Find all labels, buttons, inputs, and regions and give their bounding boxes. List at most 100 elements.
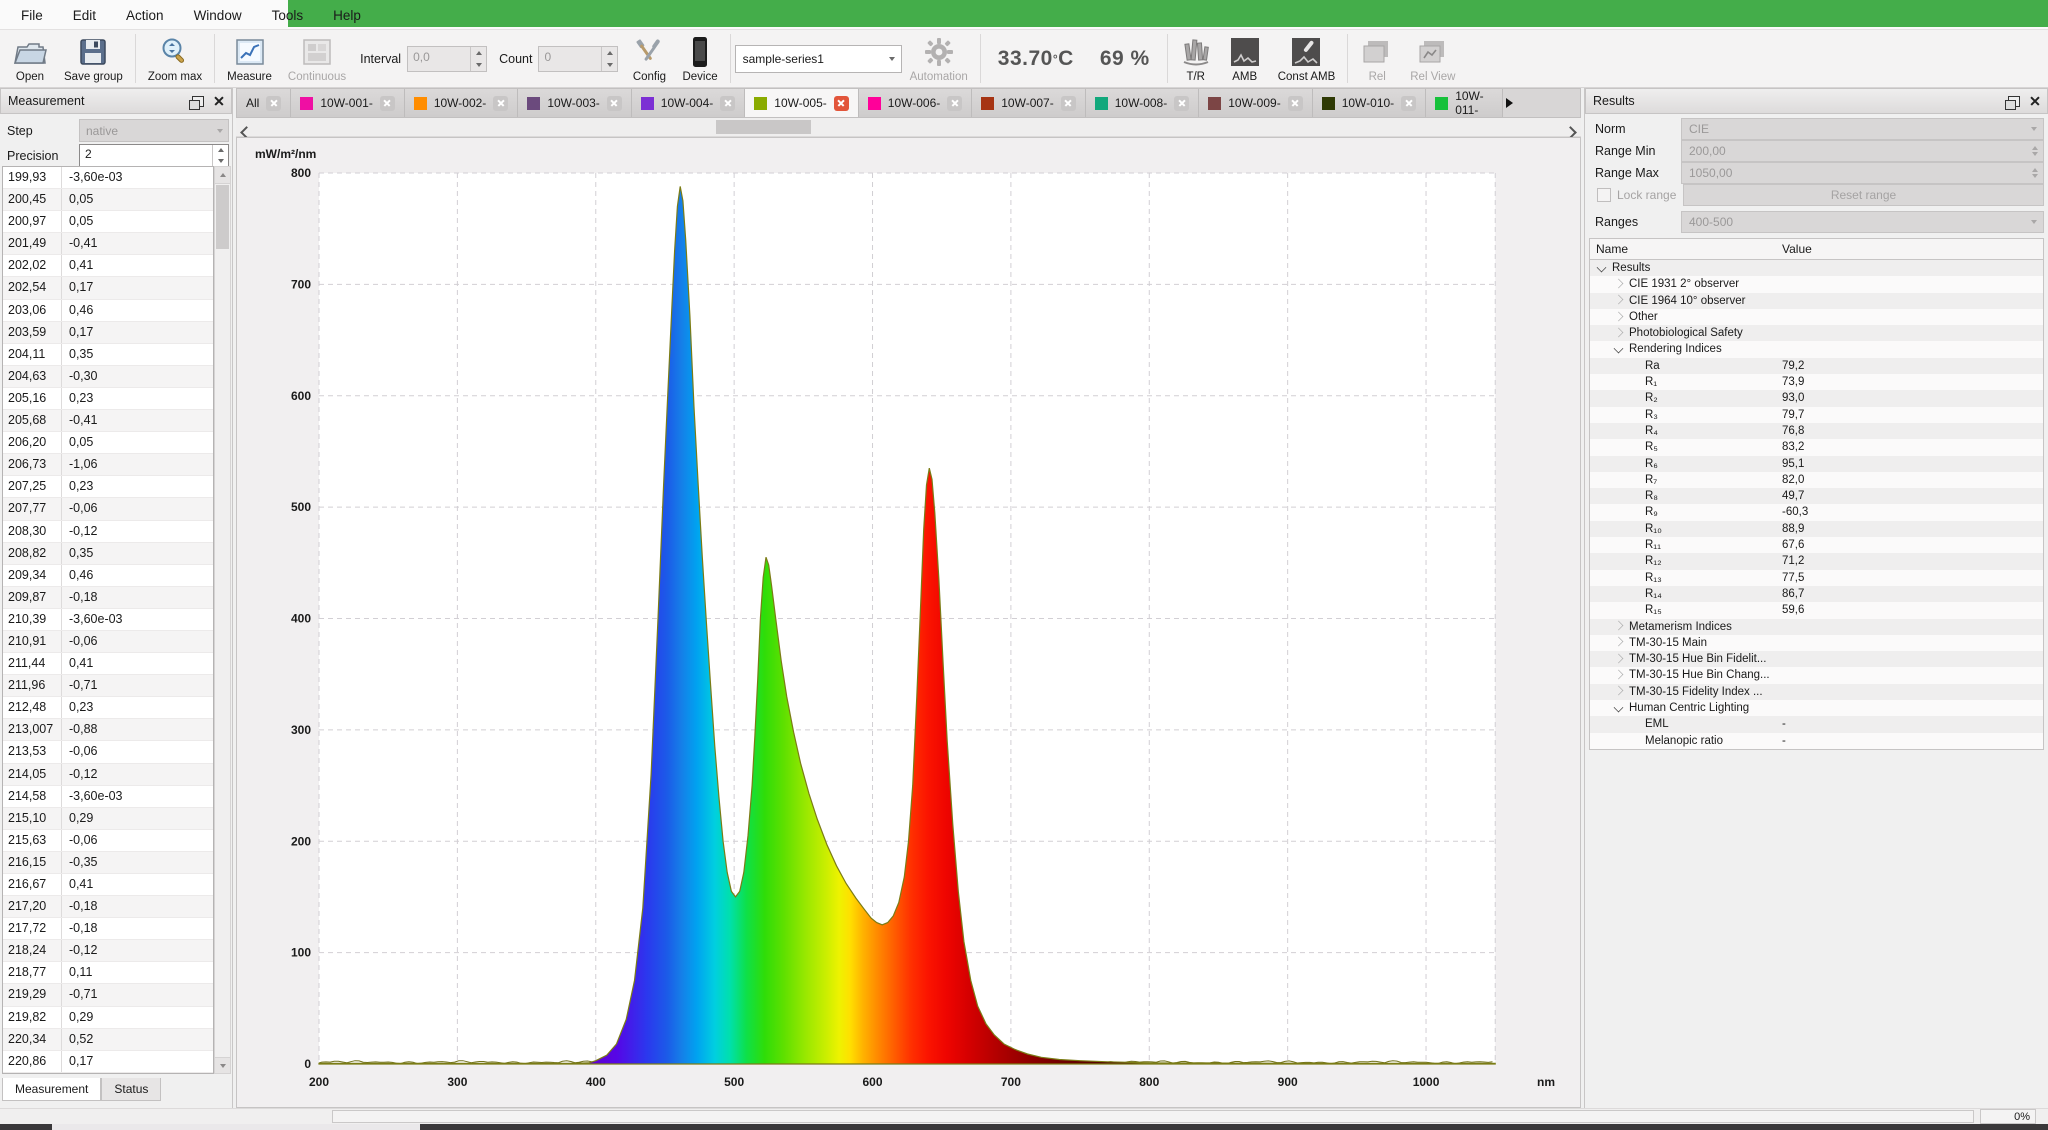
tree-row[interactable]: R₁₃77,5 (1590, 570, 2043, 586)
series-tab-10w005[interactable]: 10W-005- (745, 89, 858, 117)
table-row[interactable]: 209,87-0,18 (3, 587, 213, 609)
float-panel-icon[interactable] (192, 96, 204, 107)
tree-row[interactable]: Ra79,2 (1590, 358, 2043, 374)
tree-row[interactable]: CIE 1931 2° observer (1590, 276, 2043, 292)
spectrum-chart-plot[interactable]: 0100200300400500600700800200300400500600… (237, 138, 1580, 1107)
chevron-right-icon[interactable] (1614, 653, 1624, 663)
tree-row[interactable]: TM-30-15 Fidelity Index ... (1590, 684, 2043, 700)
tree-row[interactable]: R₁73,9 (1590, 374, 2043, 390)
table-row[interactable]: 218,24-0,12 (3, 940, 213, 962)
tree-row[interactable]: R₇82,0 (1590, 472, 2043, 488)
series-tab-all[interactable]: All (237, 89, 291, 117)
chevron-right-icon[interactable] (1614, 328, 1624, 338)
table-row[interactable]: 210,39-3,60e-03 (3, 609, 213, 631)
tree-row[interactable]: R₄76,8 (1590, 423, 2043, 439)
table-row[interactable]: 216,15-0,35 (3, 852, 213, 874)
tab-close-icon[interactable] (947, 96, 962, 111)
chevron-down-icon[interactable] (1614, 344, 1624, 354)
tree-row[interactable]: TM-30-15 Hue Bin Fidelit... (1590, 651, 2043, 667)
tree-row[interactable]: R₁₂71,2 (1590, 553, 2043, 569)
tab-close-icon[interactable] (720, 96, 735, 111)
open-button[interactable]: Open (4, 32, 56, 85)
tree-row[interactable]: TM-30-15 Hue Bin Chang... (1590, 667, 2043, 683)
table-row[interactable]: 208,820,35 (3, 543, 213, 565)
table-row[interactable]: 206,73-1,06 (3, 454, 213, 476)
tree-row[interactable]: R₅83,2 (1590, 439, 2043, 455)
tree-row[interactable]: R₁₄86,7 (1590, 586, 2043, 602)
tree-row[interactable]: Other (1590, 309, 2043, 325)
tab-close-icon[interactable] (1401, 96, 1416, 111)
scrollbar-thumb[interactable] (216, 185, 229, 249)
menu-item-file[interactable]: File (6, 8, 58, 23)
tab-close-icon[interactable] (493, 96, 508, 111)
table-row[interactable]: 208,30-0,12 (3, 521, 213, 543)
menu-item-help[interactable]: Help (318, 8, 376, 23)
series-tab-10w001[interactable]: 10W-001- (291, 89, 404, 117)
zoom-max-button[interactable]: Zoom max (140, 32, 210, 85)
save-group-button[interactable]: Save group (56, 32, 131, 85)
device-button[interactable]: Device (674, 32, 725, 85)
table-row[interactable]: 202,020,41 (3, 255, 213, 277)
tree-row[interactable]: R₁₀88,9 (1590, 521, 2043, 537)
table-row[interactable]: 207,250,23 (3, 476, 213, 498)
tree-row[interactable]: Photobiological Safety (1590, 325, 2043, 341)
series-tab-10w003[interactable]: 10W-003- (518, 89, 631, 117)
table-row[interactable]: 203,590,17 (3, 322, 213, 344)
menu-item-tools[interactable]: Tools (257, 8, 319, 23)
table-row[interactable]: 207,77-0,06 (3, 498, 213, 520)
scroll-up-icon[interactable] (215, 167, 230, 184)
table-row[interactable]: 214,05-0,12 (3, 764, 213, 786)
tab-overflow-indicator[interactable] (1503, 89, 1516, 117)
tab-close-icon[interactable] (1061, 96, 1076, 111)
amb-button[interactable]: AMB (1220, 32, 1270, 85)
menu-item-window[interactable]: Window (179, 8, 257, 23)
series-tab-10w009[interactable]: 10W-009- (1199, 89, 1312, 117)
chevron-right-icon[interactable] (1614, 311, 1624, 321)
measure-button[interactable]: Measure (219, 32, 280, 85)
config-button[interactable]: Config (624, 32, 674, 85)
table-row[interactable]: 213,007-0,88 (3, 719, 213, 741)
chevron-right-icon[interactable] (1614, 686, 1624, 696)
table-row[interactable]: 210,91-0,06 (3, 631, 213, 653)
panel-tab-status[interactable]: Status (101, 1078, 161, 1101)
table-row[interactable]: 219,29-0,71 (3, 984, 213, 1006)
tab-close-icon[interactable] (607, 96, 622, 111)
table-row[interactable]: 214,58-3,60e-03 (3, 786, 213, 808)
table-row[interactable]: 211,96-0,71 (3, 675, 213, 697)
table-row[interactable]: 200,450,05 (3, 189, 213, 211)
tab-close-icon[interactable] (380, 96, 395, 111)
tree-row[interactable]: R₆95,1 (1590, 456, 2043, 472)
tree-row[interactable]: Rendering Indices (1590, 341, 2043, 357)
tree-row[interactable]: Human Centric Lighting (1590, 700, 2043, 716)
table-row[interactable]: 205,160,23 (3, 388, 213, 410)
series-combobox[interactable]: sample-series1 (735, 45, 902, 73)
tree-row[interactable]: R₁₁67,6 (1590, 537, 2043, 553)
chevron-right-icon[interactable] (1614, 279, 1624, 289)
tree-row[interactable]: R₃79,7 (1590, 407, 2043, 423)
table-row[interactable]: 217,72-0,18 (3, 918, 213, 940)
tab-close-icon[interactable] (1174, 96, 1189, 111)
tree-row[interactable]: TM-30-15 Main (1590, 635, 2043, 651)
table-row[interactable]: 215,100,29 (3, 808, 213, 830)
precision-up-button[interactable] (213, 145, 228, 156)
panel-tab-measurement[interactable]: Measurement (2, 1078, 101, 1101)
table-row[interactable]: 199,93-3,60e-03 (3, 167, 213, 189)
precision-spinbox[interactable]: 2 (79, 144, 229, 167)
table-row[interactable]: 221,390,05 (3, 1073, 213, 1074)
table-row[interactable]: 205,68-0,41 (3, 410, 213, 432)
series-tab-10w010[interactable]: 10W-010- (1313, 89, 1426, 117)
tree-row[interactable]: EML- (1590, 716, 2043, 732)
chevron-right-icon[interactable] (1614, 621, 1624, 631)
tr-button[interactable]: T/R (1172, 32, 1220, 85)
table-row[interactable]: 204,63-0,30 (3, 366, 213, 388)
tree-row[interactable]: R₁₅59,6 (1590, 602, 2043, 618)
table-row[interactable]: 206,200,05 (3, 432, 213, 454)
table-row[interactable]: 216,670,41 (3, 874, 213, 896)
table-row[interactable]: 204,110,35 (3, 344, 213, 366)
tab-close-icon[interactable] (266, 96, 281, 111)
series-tab-10w004[interactable]: 10W-004- (632, 89, 745, 117)
close-panel-icon[interactable] (213, 96, 224, 107)
table-row[interactable]: 219,820,29 (3, 1007, 213, 1029)
menu-item-edit[interactable]: Edit (58, 8, 111, 23)
table-row[interactable]: 203,060,46 (3, 300, 213, 322)
